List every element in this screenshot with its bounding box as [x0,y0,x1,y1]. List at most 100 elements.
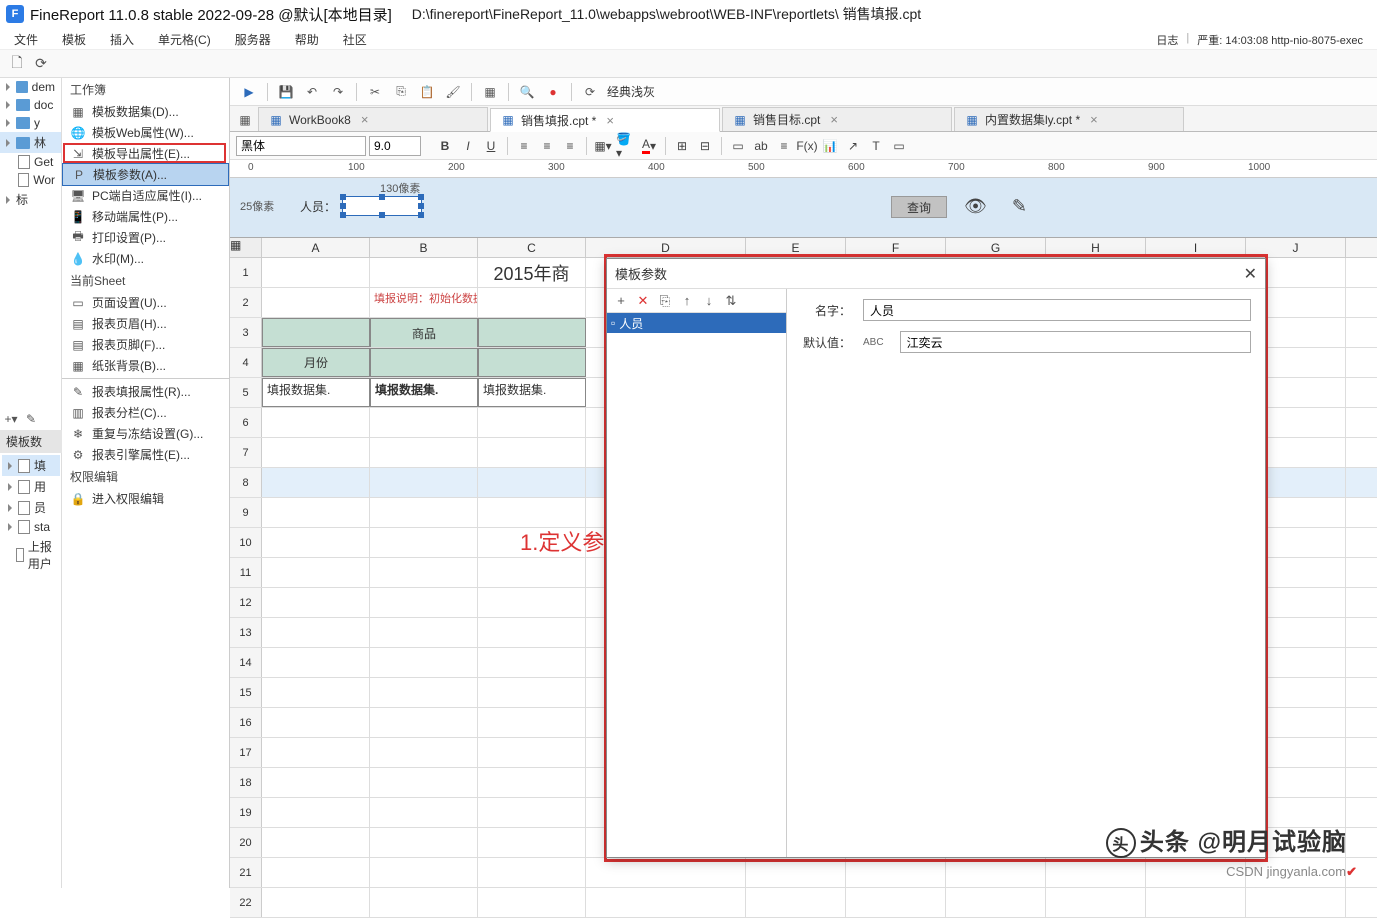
row-header[interactable]: 3 [230,318,262,347]
cell[interactable]: 填报数据集. [478,378,586,407]
col-header[interactable]: B [370,238,478,257]
close-icon[interactable]: × [830,112,838,127]
menu-cell[interactable]: 单元格(C) [158,31,211,48]
col-header[interactable]: E [746,238,846,257]
underline-icon[interactable]: U [481,136,501,156]
close-icon[interactable]: ✕ [1244,264,1257,284]
dd-item-fill[interactable]: ✎报表填报属性(R)... [62,381,229,402]
dd-item-page[interactable]: ▭页面设置(U)... [62,292,229,313]
sheet-row[interactable]: 22 [230,888,1377,918]
row-header[interactable]: 15 [230,678,262,707]
dd-item-web[interactable]: 🌐模板Web属性(W)... [62,122,229,143]
cell[interactable] [586,888,746,917]
arrow-icon[interactable]: ↗ [843,136,863,156]
close-icon[interactable]: × [606,113,614,128]
row-header[interactable]: 4 [230,348,262,377]
tree-item[interactable]: doc [0,96,61,114]
font-color-icon[interactable]: A▾ [639,136,659,156]
merge-icon[interactable]: ⊞ [672,136,692,156]
size-select[interactable] [369,136,421,156]
row-header[interactable]: 22 [230,888,262,917]
cell[interactable] [370,528,478,557]
cell[interactable] [262,588,370,617]
dd-item-print[interactable]: 🖶打印设置(P)... [62,227,229,248]
add-icon[interactable]: +▾ [2,410,20,428]
grid-icon[interactable]: ▦ [234,109,256,131]
brush-icon[interactable]: 🖌 [442,81,464,103]
row-header[interactable]: 17 [230,738,262,767]
row-header[interactable]: 9 [230,498,262,527]
cell[interactable] [262,408,370,437]
copy-icon[interactable]: ⎘ [657,293,673,309]
tree-item[interactable]: Get [0,153,61,171]
tbbtn-icon[interactable]: ▦ [479,81,501,103]
menu-server[interactable]: 服务器 [235,31,271,48]
align-icon[interactable]: ≡ [774,136,794,156]
alert-icon[interactable]: ● [542,81,564,103]
param-input-widget[interactable] [342,196,422,216]
cell[interactable] [586,858,746,887]
cell[interactable] [946,858,1046,887]
row-header[interactable]: 16 [230,708,262,737]
cell[interactable] [478,468,586,497]
cell[interactable] [370,888,478,917]
row-header[interactable]: 10 [230,528,262,557]
row-header[interactable]: 7 [230,438,262,467]
cell[interactable] [1246,888,1346,917]
ds-item[interactable]: 用 [2,476,60,497]
cell[interactable]: 商品 [370,318,478,347]
row-header[interactable]: 21 [230,858,262,887]
cell[interactable] [262,708,370,737]
cell[interactable] [262,468,370,497]
sidebar-tab-label[interactable]: 模板数 [0,430,62,453]
fx-icon[interactable]: F(x) [797,136,817,156]
cell[interactable] [478,318,586,347]
tab-workbook[interactable]: ▦WorkBook8× [258,107,488,131]
cell[interactable] [478,438,586,467]
cell[interactable] [370,498,478,527]
cell[interactable] [262,438,370,467]
cell[interactable] [370,258,478,287]
sheet-row[interactable]: 21 [230,858,1377,888]
ds-item[interactable]: 填 [2,455,60,476]
dd-item-cols[interactable]: ▥报表分栏(C)... [62,402,229,423]
dd-item-engine[interactable]: ⚙报表引擎属性(E)... [62,444,229,465]
cell[interactable] [746,858,846,887]
cell[interactable] [262,528,370,557]
font-select[interactable] [236,136,366,156]
cell[interactable] [478,618,586,647]
cell[interactable] [262,498,370,527]
cell[interactable] [370,738,478,767]
preview-icon[interactable]: ▶ [238,81,260,103]
cell[interactable] [478,798,586,827]
tree-item[interactable]: 标 [0,189,61,210]
select-all-corner[interactable]: ▦ [230,238,262,257]
param-list-item[interactable]: ▫ 人员 [607,313,786,333]
tab-builtin-ds[interactable]: ▦内置数据集ly.cpt *× [954,107,1184,131]
cell[interactable] [478,648,586,677]
dd-item-pc-adapt[interactable]: 🖥PC端自适应属性(I)... [62,185,229,206]
chart-icon[interactable]: 📊 [820,136,840,156]
cell[interactable] [478,498,586,527]
cell[interactable] [262,258,370,287]
cell[interactable]: 月份 [262,348,370,377]
copy-icon[interactable]: ⎘ [390,81,412,103]
row-header[interactable]: 5 [230,378,262,407]
cell[interactable] [262,318,370,347]
col-header[interactable]: H [1046,238,1146,257]
cell[interactable] [478,678,586,707]
visibility-icon[interactable]: 👁 [964,196,987,217]
row-header[interactable]: 6 [230,408,262,437]
dd-item-freeze[interactable]: ❄重复与冻结设置(G)... [62,423,229,444]
align-center-icon[interactable]: ≡ [537,136,557,156]
menu-insert[interactable]: 插入 [110,31,134,48]
refresh-icon[interactable]: ⟳ [579,81,601,103]
cell[interactable] [262,888,370,917]
menu-file[interactable]: 文件 [14,31,38,48]
row-header[interactable]: 18 [230,768,262,797]
default-input[interactable] [900,331,1251,353]
cell[interactable] [370,348,478,377]
cell[interactable] [370,768,478,797]
bold-icon[interactable]: B [435,136,455,156]
cell[interactable] [478,408,586,437]
